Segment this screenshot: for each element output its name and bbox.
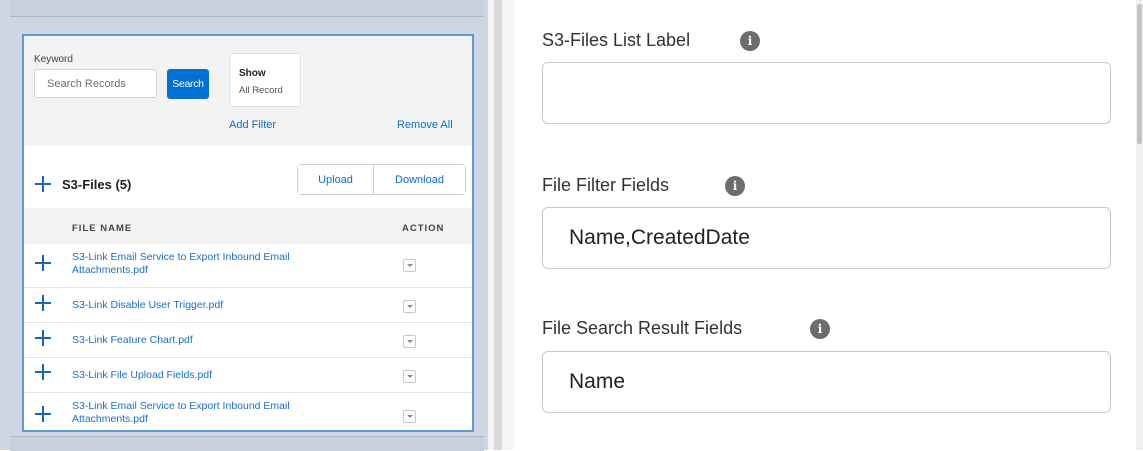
panel-divider (488, 0, 514, 450)
column-header-file-name: FILE NAME (72, 223, 133, 234)
search-records-input[interactable] (34, 69, 157, 98)
file-link[interactable]: S3-Link Disable User Trigger.pdf (72, 299, 362, 312)
vertical-scrollbar[interactable] (1136, 0, 1143, 450)
scrollbar-thumb[interactable] (1137, 4, 1142, 144)
column-header-action: ACTION (402, 223, 445, 234)
file-link[interactable]: S3-Link Email Service to Export Inbound … (72, 251, 362, 277)
file-link[interactable]: S3-Link Feature Chart.pdf (72, 334, 362, 347)
row-action-dropdown-icon[interactable] (403, 370, 416, 383)
row-action-dropdown-icon[interactable] (403, 259, 416, 272)
row-expand-plus-icon[interactable] (34, 329, 52, 347)
show-filter-selector[interactable]: Show All Record (229, 53, 301, 107)
preview-top-strip (10, 0, 484, 17)
row-expand-plus-icon[interactable] (34, 405, 52, 423)
upload-download-button-group: Upload Download (297, 164, 466, 195)
upload-button[interactable]: Upload (298, 165, 374, 194)
files-title: S3-Files (5) (62, 177, 132, 192)
list-label-input[interactable] (542, 62, 1111, 124)
filter-area: Keyword Search Show All Record Add Filte… (24, 36, 472, 146)
show-title: Show (239, 68, 266, 79)
row-expand-plus-icon[interactable] (34, 254, 52, 272)
filter-fields-label: File Filter Fields (542, 175, 670, 195)
row-action-dropdown-icon[interactable] (403, 335, 416, 348)
file-link[interactable]: S3-Link File Upload Fields.pdf (72, 369, 362, 382)
preview-bottom-strip (10, 436, 484, 451)
row-action-dropdown-icon[interactable] (403, 300, 416, 313)
download-button[interactable]: Download (374, 165, 465, 194)
expand-files-plus-icon[interactable] (34, 175, 52, 193)
list-label-info-icon[interactable]: i (740, 31, 760, 51)
result-fields-label: File Search Result Fields (542, 318, 743, 338)
row-expand-plus-icon[interactable] (34, 294, 52, 312)
filter-fields-input[interactable] (542, 207, 1111, 269)
divider-bar (494, 0, 502, 450)
file-link[interactable]: S3-Link Email Service to Export Inbound … (72, 400, 362, 426)
filter-fields-info-icon[interactable]: i (725, 176, 745, 196)
search-button[interactable]: Search (167, 69, 209, 99)
s3-files-component-preview: Keyword Search Show All Record Add Filte… (22, 34, 474, 432)
result-fields-info-icon[interactable]: i (810, 319, 830, 339)
show-value: All Record (239, 85, 283, 96)
add-filter-link[interactable]: Add Filter (229, 119, 276, 131)
row-expand-plus-icon[interactable] (34, 363, 52, 381)
row-action-dropdown-icon[interactable] (403, 410, 416, 423)
keyword-label: Keyword (34, 54, 73, 65)
list-label-field-label: S3-Files List Label (542, 30, 691, 50)
remove-all-link[interactable]: Remove All (397, 119, 453, 131)
result-fields-input[interactable] (542, 351, 1111, 413)
